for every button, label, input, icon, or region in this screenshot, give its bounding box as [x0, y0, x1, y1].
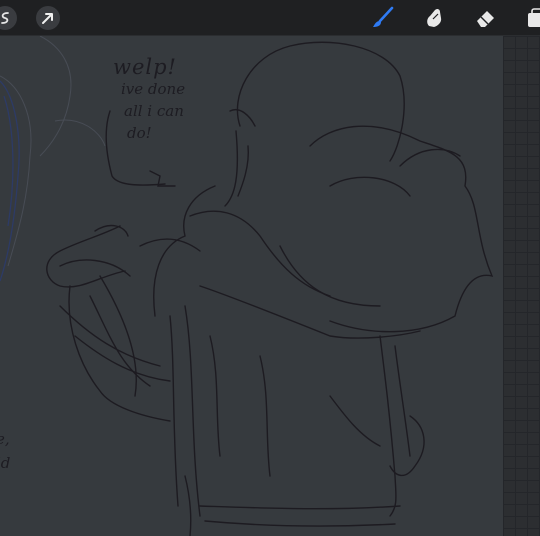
top-toolbar: [0, 0, 540, 36]
smudge-tool-button[interactable]: [421, 5, 447, 31]
transform-tool-button[interactable]: [35, 5, 61, 31]
speech-line-3: all i can: [124, 102, 184, 120]
layers-tool-button[interactable]: [524, 5, 540, 31]
speech-line-2: ive done: [121, 80, 186, 98]
sketch-drawing: [0, 36, 494, 536]
cut-off-handwriting: e, ld: [0, 427, 10, 475]
speech-line-4: do!: [127, 124, 152, 142]
eraser-tool-button[interactable]: [473, 5, 499, 31]
selection-tool-button[interactable]: [0, 5, 18, 31]
s-curve-icon: [0, 6, 17, 30]
arrow-cursor-icon: [36, 6, 60, 30]
finger-smudge-icon: [427, 8, 442, 27]
paintbrush-icon: [373, 6, 394, 27]
eraser-icon: [477, 11, 494, 27]
speech-bubble-text: welp! ive done all i can do!: [113, 56, 223, 144]
speech-line-1: welp!: [113, 55, 178, 79]
canvas-grid-margin: [503, 36, 540, 536]
brush-tool-button[interactable]: [370, 5, 396, 31]
layers-icon: [528, 8, 540, 27]
edge-line-1: e,: [0, 430, 10, 448]
edge-line-2: ld: [0, 454, 11, 472]
